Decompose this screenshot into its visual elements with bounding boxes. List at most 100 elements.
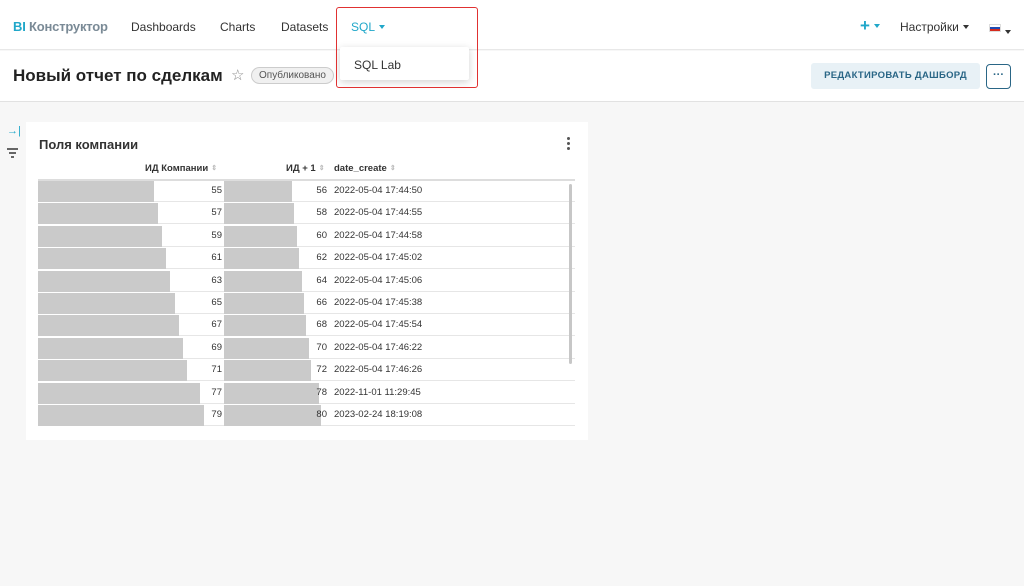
- id-plus-one-bar: [224, 248, 300, 270]
- table-body: 55 56 2022-05-04 17:44:50 57 58 2022-05-04 17…: [38, 180, 575, 426]
- cell-id-plus-one: 64: [316, 274, 327, 286]
- id-plus-one-bar: [224, 337, 309, 359]
- cell-id: 61: [211, 252, 222, 264]
- more-options-button[interactable]: ···: [986, 64, 1011, 89]
- id-plus-one-bar: [224, 293, 305, 314]
- nav-sql-menu[interactable]: SQL: [351, 20, 386, 34]
- id-bar: [38, 203, 158, 225]
- id-plus-one-bar: [224, 181, 292, 202]
- id-plus-one-bar: [224, 225, 297, 247]
- table-row: 57 58 2022-05-04 17:44:55: [38, 202, 575, 225]
- language-chevron-down-icon[interactable]: [1005, 24, 1011, 42]
- column-header-id-plus-one[interactable]: ИД + 1 ⇕: [286, 163, 325, 174]
- chevron-down-icon: [962, 24, 969, 29]
- cell-id-plus-one: 56: [316, 185, 327, 196]
- cell-date-create: 2022-05-04 17:46:22: [334, 341, 423, 353]
- cell-id-plus-one: 78: [316, 386, 327, 398]
- cell-date-create: 2022-05-04 17:46:26: [334, 364, 423, 376]
- id-plus-one-bar: [224, 382, 319, 404]
- cell-date-create: 2022-05-04 17:44:50: [334, 185, 423, 196]
- cell-id-plus-one: 80: [316, 409, 327, 420]
- column-header-label: date_create: [334, 163, 387, 174]
- sort-icon: ⇕: [211, 165, 218, 173]
- id-plus-one-bar: [224, 315, 307, 337]
- nav-dashboards[interactable]: Dashboards: [131, 20, 196, 34]
- id-bar: [38, 270, 171, 292]
- chart-menu-icon[interactable]: [567, 137, 571, 152]
- menu-item-sql-lab[interactable]: SQL Lab: [354, 58, 401, 72]
- cell-id-plus-one: 58: [316, 207, 327, 219]
- cell-date-create: 2022-05-04 17:44:58: [334, 229, 423, 241]
- brand-bi: BI: [13, 19, 26, 34]
- table-row: 65 66 2022-05-04 17:45:38: [38, 292, 575, 314]
- id-bar: [38, 382, 200, 404]
- cell-id-plus-one: 66: [316, 297, 327, 308]
- plus-icon: +: [860, 16, 870, 35]
- filter-icon[interactable]: [7, 148, 18, 158]
- dashboard-header: Новый отчет по сделкам ☆ Опубликовано РЕ…: [0, 51, 1024, 102]
- edit-dashboard-button[interactable]: РЕДАКТИРОВАТЬ ДАШБОРД: [811, 63, 980, 89]
- id-bar: [38, 225, 162, 247]
- settings-label: Настройки: [900, 20, 959, 34]
- id-bar: [38, 360, 188, 382]
- settings-menu[interactable]: Настройки: [900, 20, 969, 34]
- cell-date-create: 2023-02-24 18:19:08: [334, 409, 423, 420]
- nav-datasets[interactable]: Datasets: [281, 20, 328, 34]
- top-navbar: BI Конструктор Dashboards Charts Dataset…: [0, 0, 1024, 50]
- cell-id-plus-one: 60: [316, 229, 327, 241]
- table-row: 71 72 2022-05-04 17:46:26: [38, 359, 575, 382]
- table-row: 63 64 2022-05-04 17:45:06: [38, 270, 575, 292]
- cell-date-create: 2022-05-04 17:44:55: [334, 207, 423, 219]
- column-header-id[interactable]: ИД Компании ⇕: [145, 163, 217, 174]
- chart-card: Поля компании ИД Компании ⇕ ИД + 1 ⇕ date_…: [26, 122, 588, 440]
- cell-id: 59: [211, 229, 222, 241]
- id-bar: [38, 315, 179, 337]
- brand-logo[interactable]: BI Конструктор: [13, 19, 108, 34]
- new-item-menu[interactable]: +: [860, 16, 880, 36]
- status-badge[interactable]: Опубликовано: [251, 67, 334, 84]
- table-row: 67 68 2022-05-04 17:45:54: [38, 314, 575, 337]
- language-flag-icon[interactable]: [989, 24, 1001, 32]
- cell-date-create: 2022-05-04 17:45:02: [334, 252, 423, 264]
- cell-date-create: 2022-05-04 17:45:38: [334, 297, 423, 308]
- brand-name: Конструктор: [29, 19, 108, 34]
- cell-id: 71: [211, 364, 222, 376]
- chevron-down-icon: [873, 23, 880, 28]
- column-header-label: ИД + 1: [286, 163, 316, 174]
- id-bar: [38, 293, 175, 314]
- id-plus-one-bar: [224, 270, 302, 292]
- favorite-star-icon[interactable]: ☆: [231, 66, 244, 84]
- cell-id: 79: [211, 409, 222, 420]
- cell-id-plus-one: 72: [316, 364, 327, 376]
- id-bar: [38, 248, 167, 270]
- nav-sql-label: SQL: [351, 20, 376, 34]
- table-row: 79 80 2023-02-24 18:19:08: [38, 404, 575, 426]
- id-bar: [38, 405, 204, 426]
- cell-id-plus-one: 70: [316, 341, 327, 353]
- cell-id: 57: [211, 207, 222, 219]
- cell-date-create: 2022-11-01 11:29:45: [334, 386, 421, 398]
- chevron-down-icon: [379, 24, 386, 29]
- cell-id: 77: [211, 386, 222, 398]
- id-plus-one-bar: [224, 203, 295, 225]
- sort-icon: ⇕: [318, 165, 325, 173]
- expand-sidebar-icon[interactable]: →|: [7, 125, 21, 137]
- column-header-date-create[interactable]: date_create ⇕: [334, 163, 396, 174]
- id-plus-one-bar: [224, 405, 321, 426]
- cell-id: 69: [211, 341, 222, 353]
- cell-id: 63: [211, 274, 222, 286]
- scrollbar[interactable]: [569, 184, 572, 364]
- nav-charts[interactable]: Charts: [220, 20, 255, 34]
- cell-date-create: 2022-05-04 17:45:54: [334, 319, 423, 331]
- table-row: 77 78 2022-11-01 11:29:45: [38, 382, 575, 404]
- table-row: 61 62 2022-05-04 17:45:02: [38, 247, 575, 270]
- table-row: 59 60 2022-05-04 17:44:58: [38, 225, 575, 247]
- table-row: 69 70 2022-05-04 17:46:22: [38, 337, 575, 359]
- cell-id: 65: [211, 297, 222, 308]
- sql-dropdown-menu: SQL Lab: [340, 47, 469, 80]
- cell-id: 67: [211, 319, 222, 331]
- id-bar: [38, 337, 183, 359]
- id-plus-one-bar: [224, 360, 312, 382]
- chart-title: Поля компании: [39, 137, 139, 152]
- sort-icon: ⇕: [389, 165, 396, 173]
